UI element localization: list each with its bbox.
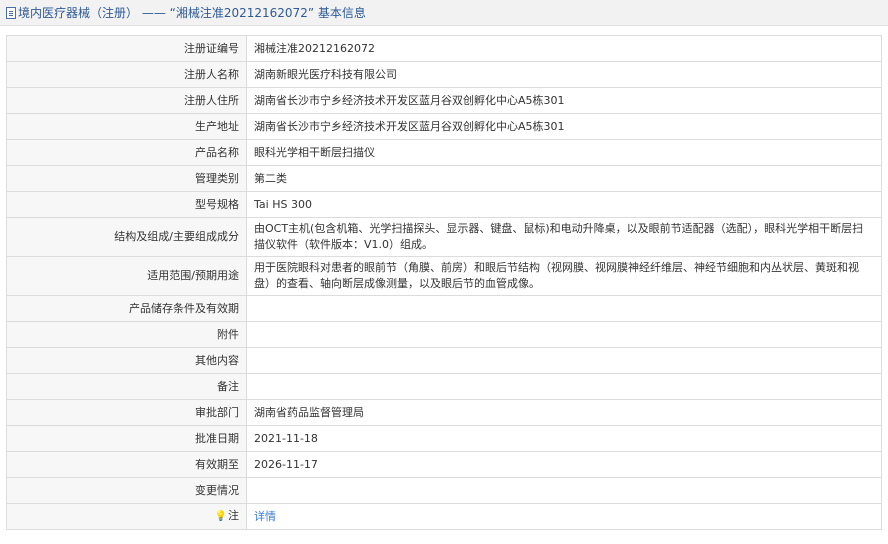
row-value: 2026-11-17 bbox=[246, 451, 882, 478]
row-label: 适用范围/预期用途 bbox=[6, 256, 247, 296]
row-label: 管理类别 bbox=[6, 165, 247, 192]
table-row: 适用范围/预期用途 用于医院眼科对患者的眼前节（角膜、前房）和眼后节结构（视网膜… bbox=[6, 256, 882, 296]
table-row: 结构及组成/主要组成成分 由OCT主机(包含机箱、光学扫描探头、显示器、键盘、鼠… bbox=[6, 217, 882, 257]
table-row: 批准日期 2021-11-18 bbox=[6, 425, 882, 452]
row-label: 变更情况 bbox=[6, 477, 247, 504]
table-row: 产品储存条件及有效期 bbox=[6, 295, 882, 322]
row-value: 用于医院眼科对患者的眼前节（角膜、前房）和眼后节结构（视网膜、视网膜神经纤维层、… bbox=[246, 256, 882, 296]
table-row: 有效期至 2026-11-17 bbox=[6, 451, 882, 478]
row-label: 注册人名称 bbox=[6, 61, 247, 88]
row-value: 湘械注准20212162072 bbox=[246, 35, 882, 62]
table-row: 管理类别 第二类 bbox=[6, 165, 882, 192]
row-value: 湖南省长沙市宁乡经济技术开发区蓝月谷双创孵化中心A5栋301 bbox=[246, 113, 882, 140]
document-icon bbox=[6, 6, 16, 19]
table-row: 变更情况 bbox=[6, 477, 882, 504]
row-label: 产品储存条件及有效期 bbox=[6, 295, 247, 322]
row-value: 湖南新眼光医疗科技有限公司 bbox=[246, 61, 882, 88]
row-value: Tai HS 300 bbox=[246, 191, 882, 218]
row-value: 第二类 bbox=[246, 165, 882, 192]
details-link[interactable]: 详情 bbox=[254, 510, 276, 523]
row-label: 型号规格 bbox=[6, 191, 247, 218]
row-label: 批准日期 bbox=[6, 425, 247, 452]
table-row: 型号规格 Tai HS 300 bbox=[6, 191, 882, 218]
table-row: 审批部门 湖南省药品监督管理局 bbox=[6, 399, 882, 426]
row-value: 由OCT主机(包含机箱、光学扫描探头、显示器、键盘、鼠标)和电动升降桌，以及眼前… bbox=[246, 217, 882, 257]
row-label: 注册证编号 bbox=[6, 35, 247, 62]
row-label: 备注 bbox=[6, 373, 247, 400]
table-row: 注册证编号 湘械注准20212162072 bbox=[6, 35, 882, 62]
row-value bbox=[246, 373, 882, 400]
row-label: 审批部门 bbox=[6, 399, 247, 426]
row-label: 注册人住所 bbox=[6, 87, 247, 114]
table-row: 备注 bbox=[6, 373, 882, 400]
lightbulb-icon: 💡 bbox=[214, 511, 227, 522]
row-value: 眼科光学相干断层扫描仪 bbox=[246, 139, 882, 166]
info-table: 注册证编号 湘械注准20212162072 注册人名称 湖南新眼光医疗科技有限公… bbox=[6, 35, 882, 530]
note-row-value: 详情 bbox=[246, 503, 882, 530]
page-header: 境内医疗器械（注册） —— “湘械注准20212162072” 基本信息 bbox=[0, 0, 888, 26]
row-label: 其他内容 bbox=[6, 347, 247, 374]
row-value bbox=[246, 295, 882, 322]
row-value: 湖南省药品监督管理局 bbox=[246, 399, 882, 426]
table-row: 附件 bbox=[6, 321, 882, 348]
table-row: 生产地址 湖南省长沙市宁乡经济技术开发区蓝月谷双创孵化中心A5栋301 bbox=[6, 113, 882, 140]
row-label: 产品名称 bbox=[6, 139, 247, 166]
row-value bbox=[246, 347, 882, 374]
row-value: 湖南省长沙市宁乡经济技术开发区蓝月谷双创孵化中心A5栋301 bbox=[246, 87, 882, 114]
table-row: 💡注 详情 bbox=[6, 503, 882, 530]
table-row: 产品名称 眼科光学相干断层扫描仪 bbox=[6, 139, 882, 166]
row-value: 2021-11-18 bbox=[246, 425, 882, 452]
row-value bbox=[246, 477, 882, 504]
row-value bbox=[246, 321, 882, 348]
note-row-label: 💡注 bbox=[6, 503, 247, 530]
note-label: 注 bbox=[228, 509, 239, 522]
table-row: 注册人名称 湖南新眼光医疗科技有限公司 bbox=[6, 61, 882, 88]
table-row: 其他内容 bbox=[6, 347, 882, 374]
table-row: 注册人住所 湖南省长沙市宁乡经济技术开发区蓝月谷双创孵化中心A5栋301 bbox=[6, 87, 882, 114]
row-label: 附件 bbox=[6, 321, 247, 348]
page-title: 境内医疗器械（注册） —— “湘械注准20212162072” 基本信息 bbox=[18, 6, 366, 20]
row-label: 有效期至 bbox=[6, 451, 247, 478]
row-label: 生产地址 bbox=[6, 113, 247, 140]
row-label: 结构及组成/主要组成成分 bbox=[6, 217, 247, 257]
